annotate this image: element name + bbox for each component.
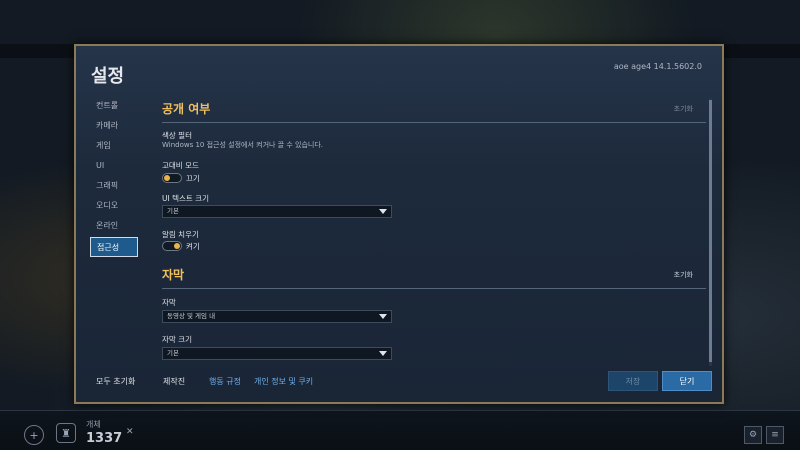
- scrollbar-thumb[interactable]: [709, 100, 712, 362]
- high-contrast-toggle[interactable]: [162, 173, 182, 183]
- save-button[interactable]: 저장: [608, 371, 658, 391]
- chevron-down-icon: [379, 314, 387, 319]
- dropdown-value: 기본: [167, 349, 179, 357]
- menu-icon[interactable]: ≡: [766, 426, 784, 444]
- section-header-subtitles: 자막 초기화: [162, 266, 706, 289]
- high-contrast-label: 고대비 모드: [162, 161, 199, 170]
- dropdown-value: 기본: [167, 207, 179, 215]
- nav-item-controls[interactable]: 컨트롤: [90, 96, 142, 116]
- dropdown-value: 동영상 및 게임 내: [167, 312, 216, 320]
- nav-item-ui[interactable]: UI: [90, 156, 142, 176]
- subtitle-dropdown[interactable]: 동영상 및 게임 내: [162, 310, 392, 323]
- chevron-down-icon: [379, 209, 387, 214]
- clear-notifications-state: 켜기: [186, 242, 200, 251]
- settings-nav: 컨트롤 카메라 게임 UI 그래픽 오디오 온라인 접근성: [90, 96, 142, 257]
- bottom-hud-bar: + ♜ 개체 1337 ✕ ⚙ ≡: [0, 410, 800, 450]
- settings-dialog: 설정 aoe age4 14.1.5602.0 컨트롤 카메라 게임 UI 그래…: [74, 44, 724, 404]
- nav-item-accessibility[interactable]: 접근성: [90, 237, 138, 257]
- ui-text-size-label: UI 텍스트 크기: [162, 194, 209, 203]
- code-of-conduct-link[interactable]: 행동 규정: [209, 376, 241, 387]
- chevron-down-icon: [379, 351, 387, 356]
- nav-item-game[interactable]: 게임: [90, 136, 142, 156]
- toggle-knob: [164, 175, 170, 181]
- add-icon[interactable]: +: [24, 425, 44, 445]
- subtitle-size-dropdown[interactable]: 기본: [162, 347, 392, 360]
- nav-item-camera[interactable]: 카메라: [90, 116, 142, 136]
- ui-text-size-dropdown[interactable]: 기본: [162, 205, 392, 218]
- version-text: aoe age4 14.1.5602.0: [613, 62, 702, 71]
- close-icon[interactable]: ✕: [126, 427, 134, 437]
- content-scrollbar[interactable]: [709, 98, 712, 366]
- settings-content: 공개 여부 초기화 색상 필터 Windows 10 접근성 설정에서 켜거나 …: [150, 98, 706, 366]
- section-title: 공개 여부: [162, 102, 211, 116]
- population-value: 1337: [86, 431, 123, 446]
- credits-link[interactable]: 제작진: [163, 376, 185, 387]
- privacy-link[interactable]: 개인 정보 및 쿠키: [254, 376, 313, 387]
- population-icon: ♜: [56, 423, 76, 443]
- subtitle-label: 자막: [162, 298, 176, 307]
- toggle-knob: [174, 243, 180, 249]
- dialog-title: 설정: [91, 66, 125, 87]
- clear-notifications-label: 알림 치우기: [162, 230, 199, 239]
- subtitle-size-label: 자막 크기: [162, 335, 192, 344]
- settings-icon[interactable]: ⚙: [744, 426, 762, 444]
- clear-notifications-toggle[interactable]: [162, 241, 182, 251]
- population-label: 개체: [86, 420, 101, 429]
- nav-item-graphics[interactable]: 그래픽: [90, 176, 142, 196]
- section-header-visibility: 공개 여부 초기화: [162, 100, 706, 123]
- high-contrast-state: 끄기: [186, 174, 200, 183]
- close-button[interactable]: 닫기: [662, 371, 712, 391]
- nav-item-online[interactable]: 온라인: [90, 216, 142, 236]
- section-title: 자막: [162, 268, 185, 282]
- color-filter-note: Windows 10 접근성 설정에서 켜거나 끌 수 있습니다.: [162, 141, 323, 149]
- section-reset-button[interactable]: 초기화: [674, 104, 693, 114]
- reset-all-button[interactable]: 모두 초기화: [96, 376, 135, 387]
- nav-item-audio[interactable]: 오디오: [90, 196, 142, 216]
- section-reset-button[interactable]: 초기화: [674, 270, 693, 280]
